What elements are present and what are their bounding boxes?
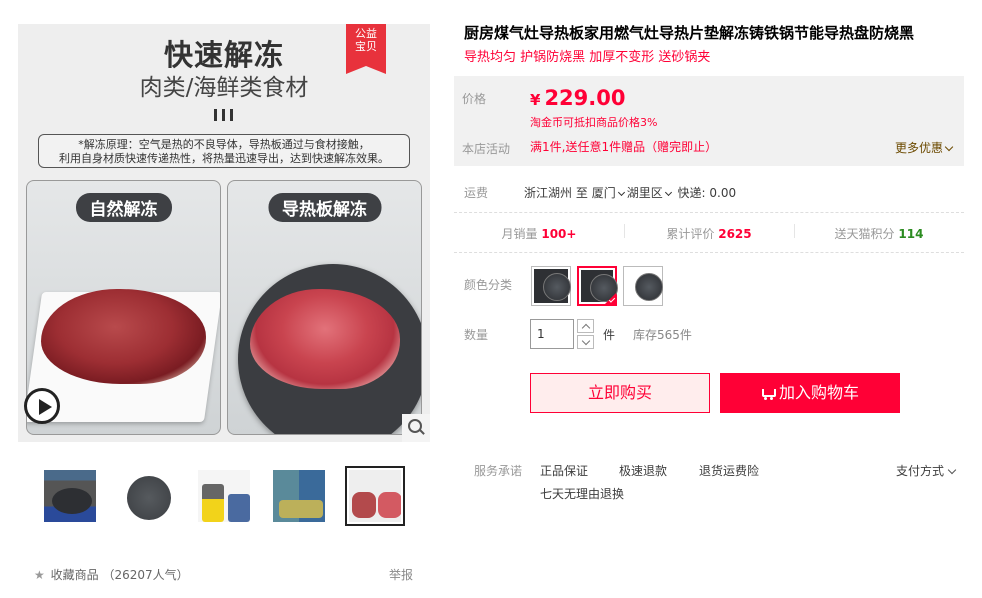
service-item[interactable]: 正品保证 [540, 462, 588, 479]
payment-label: 支付方式 [896, 464, 945, 478]
more-promos-label: 更多优惠 [894, 141, 943, 155]
thumbnail-2[interactable] [117, 466, 177, 526]
cart-icon [761, 387, 776, 400]
buy-now-button[interactable]: 立即购买 [530, 373, 710, 413]
monthly-sales-label: 月销量 [501, 227, 538, 241]
quantity-label: 数量 [464, 328, 489, 342]
promo-text: 满1件,送任意1件赠品（赠完即止） [530, 140, 718, 154]
checkmark-icon [604, 293, 616, 305]
shipping-city-select[interactable]: 厦门 [592, 186, 627, 200]
favorite-label: 收藏商品 [50, 568, 99, 582]
buy-now-label: 立即购买 [587, 383, 652, 402]
promo-label: 本店活动 [462, 142, 511, 156]
service-item[interactable]: 极速退款 [619, 462, 667, 479]
color-option-3[interactable] [623, 266, 663, 306]
reviews-count[interactable]: 累计评价 2625 [624, 225, 794, 242]
shipping-fee: 快递: 0.00 [677, 186, 737, 200]
shipping-district: 湖里区 [626, 186, 663, 200]
product-subtitle: 导热均匀 护锅防烧黑 加厚不变形 送砂锅夹 [464, 50, 711, 65]
steak-natural [41, 289, 206, 384]
chevron-down-icon [947, 465, 957, 475]
more-promos-link[interactable]: 更多优惠 [894, 139, 954, 156]
shipping-city: 厦门 [591, 186, 616, 200]
tmall-points: 送天猫积分 114 [794, 225, 964, 242]
thaw-principle-box: *解冻原理：空气是热的不良导体，导热板通过与食材接触， 利用自身材质快速传递热性… [38, 134, 410, 168]
service-item[interactable]: 退货运费险 [699, 462, 759, 479]
thumbnail-strip [40, 466, 420, 526]
quantity-increase-button[interactable] [577, 319, 594, 333]
shipping-label: 运费 [464, 186, 489, 200]
thumbnail-5[interactable] [345, 466, 405, 526]
divider [454, 212, 964, 213]
monthly-sales-value: 100+ [541, 227, 577, 241]
steak-plate [250, 289, 400, 389]
product-title: 厨房煤气灶导热板家用燃气灶导热片垫解冻铸铁锅节能导热盘防烧黑 [464, 24, 915, 42]
monthly-sales: 月销量 100+ [454, 225, 624, 242]
play-icon[interactable] [24, 388, 60, 424]
currency-symbol: ¥ [530, 91, 541, 109]
decorative-bars [214, 109, 238, 124]
shipping-to-word: 至 [575, 186, 588, 200]
thumbnail-3[interactable] [194, 466, 254, 526]
reviews-label: 累计评价 [666, 227, 715, 241]
points-label: 送天猫积分 [834, 227, 895, 241]
shipping-from: 浙江湖州 [524, 186, 573, 200]
chevron-down-icon [664, 188, 672, 197]
price-box: 价格 ¥229.00 淘金币可抵扣商品价格3% 本店活动 满1件,送任意1件赠品… [454, 76, 964, 166]
favorite-link[interactable]: ★ 收藏商品 （26207人气） [34, 566, 189, 583]
payment-methods-toggle[interactable]: 支付方式 [896, 462, 957, 479]
add-to-cart-label: 加入购物车 [778, 383, 859, 402]
quantity-unit: 件 [603, 328, 616, 342]
color-label: 颜色分类 [464, 278, 513, 292]
points-value: 114 [898, 227, 924, 241]
chevron-down-icon [617, 188, 625, 197]
star-icon: ★ [34, 568, 45, 582]
price-number: 229.00 [544, 86, 626, 110]
service-label: 服务承诺 [474, 464, 523, 478]
favorite-count: （26207人气） [102, 568, 189, 582]
main-product-image[interactable]: 公益 宝贝 快速解冻 肉类/海鲜类食材 *解冻原理：空气是热的不良导体，导热板通… [18, 24, 430, 442]
principle-line-2: 利用自身材质快速传递热性，将热量迅速导出，达到快速解冻效果。 [59, 152, 389, 165]
chevron-down-icon [944, 142, 954, 152]
report-link[interactable]: 举报 [389, 566, 413, 583]
color-option-1[interactable] [531, 266, 571, 306]
thumbnail-4[interactable] [269, 466, 329, 526]
plate-thaw-panel: 导热板解冻 [227, 180, 422, 435]
stats-row: 月销量 100+ 累计评价 2625 送天猫积分 114 [454, 222, 964, 244]
quantity-decrease-button[interactable] [577, 335, 594, 349]
divider [454, 252, 964, 253]
stock-count: 库存565件 [633, 328, 692, 342]
zoom-icon[interactable] [402, 414, 430, 442]
image-subheadline: 肉类/海鲜类食材 [139, 75, 309, 101]
principle-line-1: *解冻原理：空气是热的不良导体，导热板通过与食材接触， [78, 138, 370, 151]
natural-thaw-label: 自然解冻 [75, 193, 172, 222]
coin-discount-note: 淘金币可抵扣商品价格3% [530, 116, 658, 129]
price-label: 价格 [462, 92, 487, 106]
quantity-input[interactable] [530, 319, 574, 349]
shipping-info: 浙江湖州 至 厦门 湖里区 快递: 0.00 [524, 184, 736, 201]
add-to-cart-button[interactable]: 加入购物车 [720, 373, 900, 413]
plate-thaw-label: 导热板解冻 [268, 193, 381, 222]
shipping-district-select[interactable]: 湖里区 [627, 186, 674, 200]
thumbnail-1[interactable] [40, 466, 100, 526]
service-item[interactable]: 七天无理由退换 [540, 485, 624, 502]
reviews-value: 2625 [718, 227, 752, 241]
price-value: ¥229.00 [530, 86, 625, 110]
color-option-2[interactable] [577, 266, 618, 306]
